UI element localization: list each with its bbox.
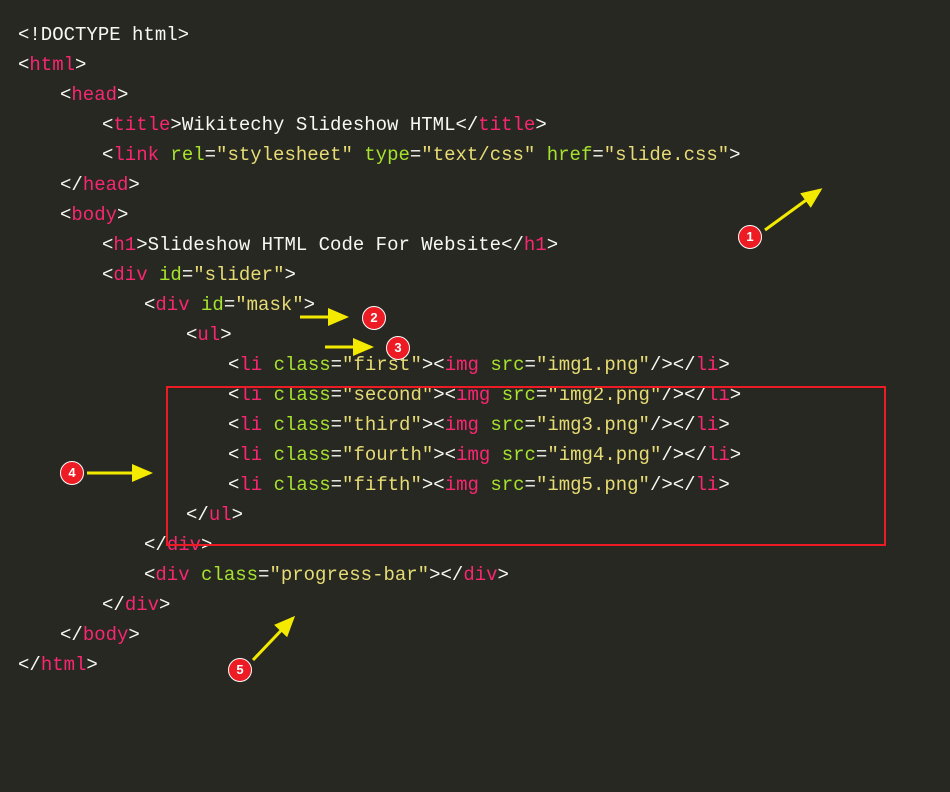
code-line: <div class="progress-bar"></div> [18, 560, 932, 590]
annotation-marker-2: 2 [362, 306, 386, 330]
arrow-icon [245, 612, 305, 667]
code-line: <!DOCTYPE html> [18, 20, 932, 50]
code-line: <div id="mask"> [18, 290, 932, 320]
annotation-marker-5: 5 [228, 658, 252, 682]
code-block: <!DOCTYPE html> <html> <head> <title>Wik… [18, 20, 932, 680]
arrow-icon [298, 307, 358, 327]
code-line: <head> [18, 80, 932, 110]
code-line: </body> [18, 620, 932, 650]
highlight-box [166, 386, 886, 546]
arrow-icon [760, 185, 840, 235]
code-line: <div id="slider"> [18, 260, 932, 290]
code-line: <html> [18, 50, 932, 80]
annotation-marker-3: 3 [386, 336, 410, 360]
annotation-marker-1: 1 [738, 225, 762, 249]
arrow-icon [323, 337, 383, 357]
arrow-icon [85, 463, 165, 483]
code-line: <ul> [18, 320, 932, 350]
annotation-marker-4: 4 [60, 461, 84, 485]
code-line: <title>Wikitechy Slideshow HTML</title> [18, 110, 932, 140]
code-line: <link rel="stylesheet" type="text/css" h… [18, 140, 932, 170]
code-line: </html> [18, 650, 932, 680]
code-line: </div> [18, 590, 932, 620]
code-line: <li class="first"><img src="img1.png"/><… [18, 350, 932, 380]
